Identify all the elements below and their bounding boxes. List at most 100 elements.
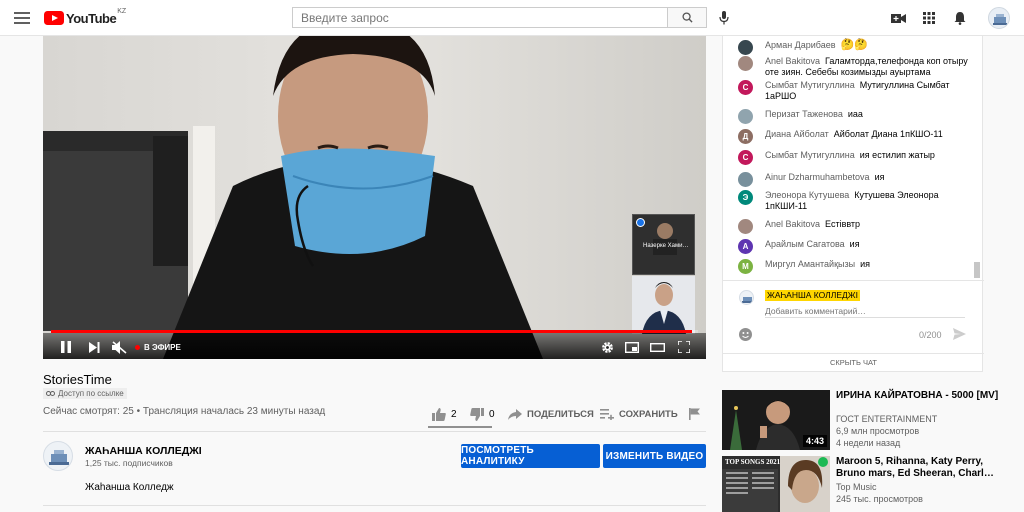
search-button[interactable]	[667, 7, 707, 28]
chat-message[interactable]: М Миргул Амантайқызы ия	[738, 259, 973, 274]
chat-author-name[interactable]: Сымбат Мутигуллина	[765, 80, 855, 90]
chat-message[interactable]: С Сымбат Мутигуллина Мутигуллина Сымбат 1а…	[738, 80, 973, 102]
share-button[interactable]: ПОДЕЛИТЬСЯ	[508, 405, 594, 423]
chat-message[interactable]: Э Элеонора Кутушева Кутушева Элеонора 1пКШ…	[738, 190, 973, 212]
video-thumbnail[interactable]: 4:43	[722, 390, 830, 450]
view-analytics-button[interactable]: ПОСМОТРЕТЬ АНАЛИТИКУ	[461, 444, 600, 468]
theater-mode-button[interactable]	[648, 338, 666, 356]
live-chat-panel: Арман Дарибаев 🤔🤔 Anel Bakitova Галамторда,…	[722, 36, 984, 372]
pause-button[interactable]	[57, 338, 75, 356]
chat-author-avatar[interactable]	[738, 109, 753, 124]
chat-message[interactable]: Anel Bakitova Естіввтр	[738, 219, 973, 234]
chat-message[interactable]: Арман Дарибаев 🤔🤔	[738, 40, 973, 55]
chat-author-avatar[interactable]: С	[738, 150, 753, 165]
save-button[interactable]: СОХРАНИТЬ	[600, 405, 678, 423]
participant-thumbnail	[632, 276, 695, 334]
divider	[43, 505, 706, 506]
video-duration: 4:43	[802, 435, 827, 447]
chat-scrollbar[interactable]	[974, 262, 980, 278]
chat-message-text: ия	[874, 172, 885, 182]
save-label: СОХРАНИТЬ	[619, 408, 678, 420]
chat-author-name[interactable]: Сымбат Мутигуллина	[765, 150, 855, 160]
chat-author-avatar[interactable]	[738, 40, 753, 55]
chat-author-avatar[interactable]	[738, 56, 753, 71]
channel-name[interactable]: ГОСТ ENTERTAINMENT	[836, 414, 937, 424]
chat-author-name[interactable]: Anel Bakitova	[765, 219, 820, 229]
chat-message[interactable]: Anel Bakitova Галамторда,телефонда коп от…	[738, 56, 973, 78]
chat-author-avatar[interactable]: А	[738, 239, 753, 254]
chat-message-text: ия естилип жатыр	[859, 150, 935, 160]
settings-button[interactable]	[598, 338, 616, 356]
like-button[interactable]: 2	[432, 405, 457, 423]
chat-message[interactable]: Перизат Таженова иаа	[738, 109, 973, 124]
composer-avatar	[739, 290, 754, 305]
next-button[interactable]	[85, 338, 103, 356]
youtube-play-icon	[44, 11, 64, 25]
chat-author-avatar[interactable]	[738, 172, 753, 187]
create-button[interactable]	[888, 8, 908, 28]
chat-author-avatar[interactable]	[738, 219, 753, 234]
chat-message-body: Сымбат Мутигуллина Мутигуллина Сымбат 1аР…	[765, 80, 973, 102]
apps-button[interactable]	[919, 8, 939, 28]
subscriber-count: 1,25 тыс. подписчиков	[85, 458, 173, 468]
chat-message[interactable]: С Сымбат Мутигуллина ия естилип жатыр	[738, 150, 973, 165]
youtube-logo[interactable]: YouTube KZ	[44, 8, 126, 26]
chat-author-avatar[interactable]: Э	[738, 190, 753, 205]
chat-author-name[interactable]: Миргул Амантайқызы	[765, 259, 855, 269]
chat-message-list[interactable]: Арман Дарибаев 🤔🤔 Anel Bakitova Галамторда,…	[723, 36, 973, 279]
chat-author-avatar[interactable]: С	[738, 80, 753, 95]
account-avatar[interactable]	[988, 7, 1010, 29]
live-badge[interactable]: В ЭФИРЕ	[135, 340, 181, 354]
hide-chat-button[interactable]: СКРЫТЬ ЧАТ	[723, 358, 984, 367]
chat-author-name[interactable]: Ainur Dzharmuhambetova	[765, 172, 870, 182]
video-thumbnail[interactable]: TOP SONGS 2021	[722, 456, 830, 512]
chat-message[interactable]: Ainur Dzharmuhambetova ия	[738, 172, 973, 187]
video-title[interactable]: ИРИНА КАЙРАТОВНА - 5000 [MV]	[836, 390, 1008, 402]
pip-participant-top[interactable]: Назерке Хами…	[632, 214, 695, 275]
pip-participant-bottom[interactable]	[632, 276, 695, 334]
fullscreen-button[interactable]	[675, 338, 693, 356]
recommended-video[interactable]: 4:43 ИРИНА КАЙРАТОВНА - 5000 [MV] ГОСТ E…	[722, 390, 1012, 450]
thumbnail-caption: TOP SONGS 2021	[725, 458, 781, 466]
menu-button[interactable]	[12, 8, 32, 28]
emoji-button[interactable]	[737, 326, 753, 342]
send-icon	[952, 328, 966, 340]
chat-message-body: Сымбат Мутигуллина ия естилип жатыр	[765, 150, 973, 161]
chat-message[interactable]: А Арайлым Сагатова ия	[738, 239, 973, 254]
chat-author-name[interactable]: Элеонора Кутушева	[765, 190, 849, 200]
miniplayer-button[interactable]	[623, 338, 641, 356]
chat-author-name[interactable]: Арман Дарибаев	[765, 40, 836, 50]
like-count: 2	[451, 408, 457, 420]
chat-author-name[interactable]: Перизат Таженова	[765, 109, 843, 119]
channel-avatar[interactable]	[43, 441, 73, 471]
video-player[interactable]: Назерке Хами… В ЭФИРЕ	[43, 36, 706, 359]
voice-search-button[interactable]	[714, 8, 734, 28]
gear-icon	[601, 341, 613, 353]
report-button[interactable]	[686, 405, 702, 423]
comment-input[interactable]	[765, 304, 965, 318]
channel-name[interactable]: Top Music	[836, 482, 877, 492]
recommended-video[interactable]: TOP SONGS 2021 Maroon 5, Rihanna, Katy P…	[722, 456, 1012, 512]
send-button[interactable]	[951, 326, 967, 342]
chat-author-name[interactable]: Арайлым Сагатова	[765, 239, 845, 249]
chat-author-name[interactable]: Anel Bakitova	[765, 56, 820, 66]
chat-author-avatar[interactable]: Д	[738, 129, 753, 144]
privacy-badge: Доступ по ссылке	[43, 388, 127, 399]
chat-message-body: Anel Bakitova Естіввтр	[765, 219, 973, 230]
video-camera-icon	[890, 13, 906, 23]
channel-name[interactable]: ЖАҺАНША КОЛЛЕДЖІ	[85, 445, 202, 457]
dislike-button[interactable]: 0	[470, 405, 495, 423]
video-title[interactable]: Maroon 5, Rihanna, Katy Perry, Bruno mar…	[836, 456, 1008, 480]
channel-logo-icon	[742, 297, 753, 303]
chat-author-avatar[interactable]: М	[738, 259, 753, 274]
chat-message-body: Ainur Dzharmuhambetova ия	[765, 172, 973, 183]
chat-message[interactable]: Д Диана Айболат Айболат Диана 1пКШО-11	[738, 129, 973, 144]
search-input[interactable]	[292, 7, 667, 28]
notifications-button[interactable]	[950, 8, 970, 28]
video-frame	[43, 36, 706, 359]
chat-author-name[interactable]: Диана Айболат	[765, 129, 829, 139]
mute-button[interactable]	[109, 337, 129, 357]
chat-message-text: ия	[860, 259, 870, 269]
edit-video-button[interactable]: ИЗМЕНИТЬ ВИДЕО	[603, 444, 706, 468]
miniplayer-icon	[625, 341, 639, 353]
